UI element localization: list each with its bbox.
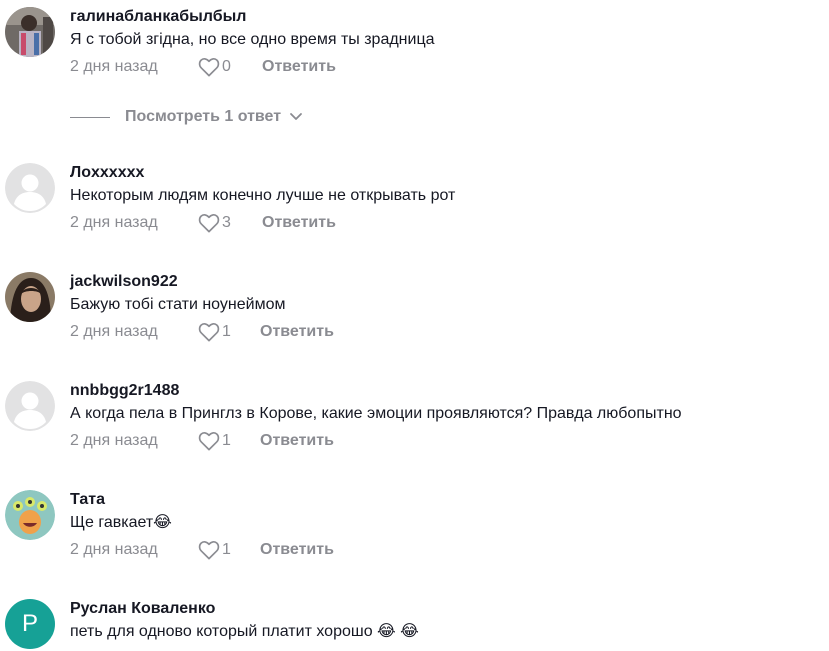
reply-button[interactable]: Ответить	[260, 541, 334, 559]
comment-text: Ще гавкает😂	[70, 514, 172, 531]
comment-text: А когда пела в Принглз в Корове, какие э…	[70, 405, 682, 422]
heart-icon	[198, 58, 220, 77]
comment-username[interactable]: nnbbgg2r1488	[70, 381, 820, 401]
avatar[interactable]	[5, 381, 55, 431]
like-count: 1	[222, 323, 231, 340]
comment-username[interactable]: Тата	[70, 490, 820, 510]
comment-username[interactable]: Лоxxxxxx	[70, 163, 820, 183]
comment-text: Некоторым людям конечно лучше не открыва…	[70, 187, 456, 204]
comment-text: Я с тобой згідна, но все одно время ты з…	[70, 31, 435, 48]
avatar[interactable]	[5, 490, 55, 540]
comment-username[interactable]: jackwilson922	[70, 272, 820, 292]
comment-time: 2 дня назад	[70, 432, 158, 449]
view-replies-button[interactable]: Посмотреть 1 ответ	[70, 108, 303, 126]
like-button[interactable]: 1	[198, 322, 260, 342]
view-replies-label: Посмотреть 1 ответ	[125, 108, 282, 125]
heart-icon	[198, 323, 220, 342]
comment-time: 2 дня назад	[70, 541, 158, 558]
avatar[interactable]	[5, 163, 55, 213]
comment-text: петь для одново который платит хорошо 😂 …	[70, 623, 419, 640]
avatar[interactable]	[5, 7, 55, 57]
divider	[70, 116, 110, 118]
like-button[interactable]: 0	[198, 57, 262, 77]
comment-time: 2 дня назад	[70, 58, 158, 75]
like-count: 1	[222, 541, 231, 558]
like-button[interactable]: 1	[198, 431, 260, 451]
like-count: 0	[222, 58, 231, 75]
chevron-down-icon	[290, 113, 302, 120]
heart-icon	[198, 541, 220, 560]
comment-username[interactable]: галинабланкабылбыл	[70, 7, 820, 27]
like-button[interactable]: 1	[198, 540, 260, 560]
heart-icon	[198, 214, 220, 233]
reply-button[interactable]: Ответить	[262, 214, 336, 232]
reply-button[interactable]: Ответить	[262, 58, 336, 76]
heart-icon	[198, 432, 220, 451]
reply-button[interactable]: Ответить	[260, 323, 334, 341]
comment-time: 2 дня назад	[70, 323, 158, 340]
avatar[interactable]: P	[5, 599, 55, 649]
like-count: 1	[222, 432, 231, 449]
like-count: 3	[222, 214, 231, 231]
comment-username[interactable]: Руслан Коваленко	[70, 599, 820, 619]
reply-button[interactable]: Ответить	[260, 432, 334, 450]
comment-text: Бажую тобі стати ноунеймом	[70, 296, 286, 313]
like-button[interactable]: 3	[198, 213, 262, 233]
avatar[interactable]	[5, 272, 55, 322]
comment-time: 2 дня назад	[70, 214, 158, 231]
avatar-letter: P	[21, 610, 38, 637]
